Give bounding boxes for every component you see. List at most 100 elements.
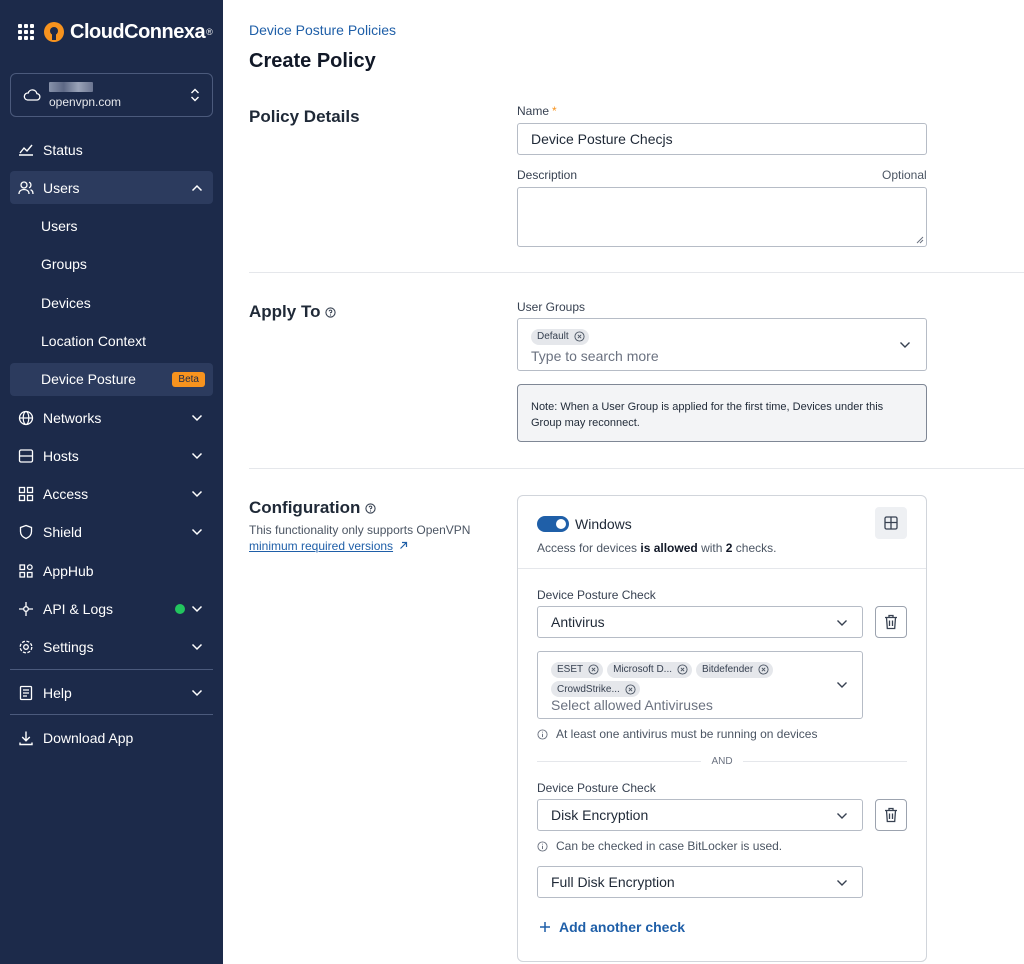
sidebar-item-help[interactable]: Help (10, 676, 213, 709)
encryption-type-select[interactable]: Full Disk Encryption (537, 866, 863, 898)
sidebar-item-users[interactable]: Users (10, 171, 213, 205)
sidebar-subitem-location-context[interactable]: Location Context (10, 324, 213, 357)
sidebar-subitem-users[interactable]: Users (10, 210, 213, 243)
add-check-label: Add another check (559, 919, 686, 935)
remove-chip-icon[interactable] (758, 664, 769, 675)
windows-os-button[interactable] (875, 507, 907, 539)
org-name-redacted (49, 81, 93, 92)
antivirus-select[interactable]: ESET Microsoft D... Bitdefender CrowdStrike… (537, 651, 863, 719)
configuration-title: Configuration (249, 498, 377, 518)
chip-label: CrowdStrike... (557, 683, 620, 695)
policy-details-title: Policy Details (249, 107, 360, 127)
help-circle-icon[interactable] (325, 306, 337, 318)
delete-check2-button[interactable] (875, 799, 907, 831)
access-text-mid: with (697, 541, 726, 555)
sidebar-item-download-app[interactable]: Download App (10, 721, 213, 754)
section-title-text: Apply To (249, 302, 321, 321)
sidebar-subitem-devices[interactable]: Devices (10, 286, 213, 319)
check2-info-text: Can be checked in case BitLocker is used… (556, 839, 783, 853)
user-group-note: Note: When a User Group is applied for t… (517, 384, 927, 442)
globe-icon (18, 410, 34, 425)
external-link-icon (400, 541, 408, 549)
chevron-down-icon (837, 880, 847, 886)
sidebar-subitem-groups[interactable]: Groups (10, 248, 213, 281)
chart-line-icon (19, 144, 33, 156)
configuration-subtitle: This functionality only supports OpenVPN… (249, 522, 489, 554)
brand-name: CloudConnexa (70, 20, 206, 43)
sidebar-item-api-logs[interactable]: API & Logs (10, 593, 213, 626)
remove-chip-icon[interactable] (625, 683, 636, 695)
sidebar-item-label: Help (43, 684, 72, 701)
chevron-up-icon (191, 184, 203, 191)
app-launcher-icon[interactable] (18, 24, 34, 40)
name-input[interactable]: Device Posture Checjs (517, 123, 927, 155)
grid-icon (18, 487, 34, 502)
sidebar-item-status[interactable]: Status (10, 133, 213, 166)
breadcrumb[interactable]: Device Posture Policies (249, 22, 396, 38)
user-groups-search-placeholder: Type to search more (531, 348, 659, 364)
apps-icon (19, 564, 33, 578)
remove-chip-icon[interactable] (677, 664, 688, 675)
sidebar-item-label: Shield (43, 524, 82, 541)
and-separator: AND (537, 754, 907, 768)
sidebar-item-label: Networks (43, 409, 102, 426)
access-text-post: checks. (732, 541, 777, 555)
sidebar-item-access[interactable]: Access (10, 478, 213, 511)
name-input-value: Device Posture Checjs (531, 131, 673, 147)
chevron-down-icon (191, 606, 203, 613)
check1-select[interactable]: Antivirus (537, 606, 863, 638)
help-circle-icon[interactable] (365, 502, 377, 514)
sidebar-item-label: Groups (41, 256, 87, 273)
os-name: Windows (575, 516, 632, 532)
add-another-check-button[interactable]: Add another check (539, 919, 685, 935)
sidebar-item-label: Device Posture (41, 371, 136, 388)
remove-chip-icon[interactable] (588, 664, 599, 675)
check2-info: Can be checked in case BitLocker is used… (537, 839, 782, 853)
page-title: Create Policy (249, 50, 376, 72)
description-label: Description (517, 168, 578, 182)
chip-label: Bitdefender (702, 664, 754, 675)
section-divider (249, 272, 1024, 273)
delete-check1-button[interactable] (875, 606, 907, 638)
user-groups-select[interactable]: Default Type to search more (517, 318, 927, 371)
sidebar-item-shield[interactable]: Shield (10, 516, 213, 549)
sidebar-divider (10, 669, 213, 671)
sidebar-item-apphub[interactable]: AppHub (10, 554, 213, 587)
api-icon (19, 602, 33, 617)
sidebar-item-hosts[interactable]: Hosts (10, 439, 213, 472)
chip-label: ESET (557, 664, 584, 675)
org-selector[interactable]: openvpn.com (10, 73, 213, 117)
chevron-down-icon (191, 689, 203, 696)
sidebar-divider (10, 714, 213, 716)
remove-chip-icon[interactable] (574, 331, 585, 342)
brand-registered-mark: ® (206, 27, 213, 37)
resize-handle-icon[interactable] (916, 236, 924, 244)
org-domain: openvpn.com (49, 94, 122, 109)
chip-label: Microsoft D... (613, 664, 673, 675)
chevron-down-icon (191, 529, 203, 536)
status-dot (175, 604, 185, 615)
sidebar-item-label: Users (41, 218, 78, 235)
sidebar-item-label: Download App (43, 729, 134, 746)
windows-policy-card: Windows Access for devices is allowed wi… (517, 495, 927, 962)
name-label-text: Name (517, 104, 550, 118)
chevron-down-icon (191, 644, 203, 651)
windows-toggle[interactable] (537, 516, 569, 532)
sidebar-item-networks[interactable]: Networks (10, 401, 213, 434)
access-text-bold: is allowed (640, 541, 698, 555)
openvpn-logo-icon (44, 22, 64, 42)
description-textarea[interactable] (517, 187, 927, 247)
section-title-text: Configuration (249, 498, 361, 517)
sidebar-subitem-device-posture[interactable]: Device Posture Beta (10, 362, 213, 396)
cloud-icon (23, 89, 41, 101)
chevron-down-icon (900, 342, 910, 348)
name-label: Name * (517, 104, 557, 118)
min-versions-link[interactable]: minimum required versions (249, 539, 393, 553)
beta-badge: Beta (172, 371, 205, 387)
sidebar-item-settings[interactable]: Settings (10, 631, 213, 664)
check2-select[interactable]: Disk Encryption (537, 799, 863, 831)
chevron-up-down-icon (191, 88, 199, 102)
sidebar-item-label: Devices (41, 294, 91, 311)
info-icon (537, 840, 548, 852)
chevron-down-icon (191, 491, 203, 498)
